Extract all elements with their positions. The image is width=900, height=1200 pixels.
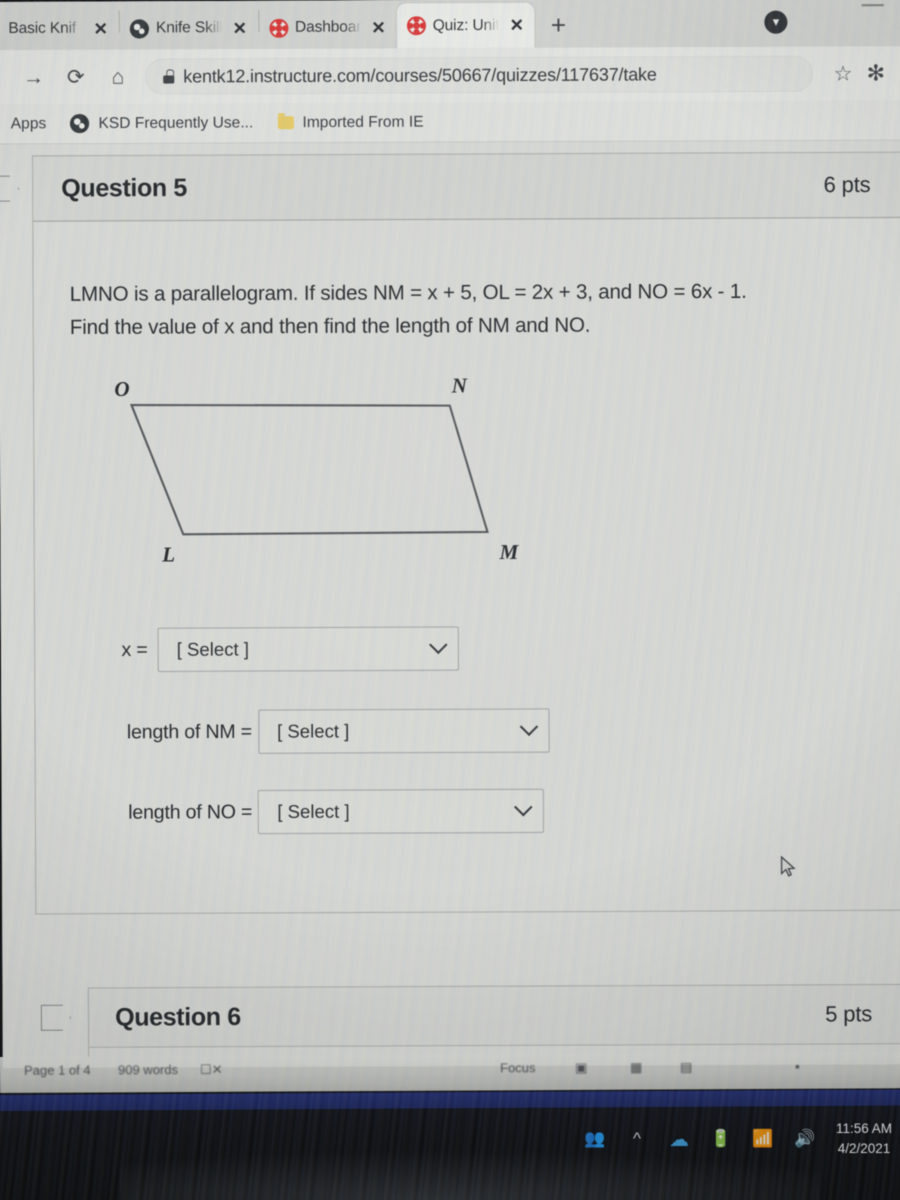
question-6-flag-icon[interactable] bbox=[41, 1005, 71, 1031]
close-icon[interactable]: ✕ bbox=[91, 19, 111, 38]
question-title: Question 6 bbox=[115, 1002, 241, 1032]
read-mode-icon: ▣ bbox=[575, 1059, 588, 1075]
chevron-down-icon bbox=[514, 797, 534, 817]
proofing-icon: ☐✕ bbox=[200, 1061, 223, 1077]
parallelogram-shape bbox=[129, 404, 489, 536]
taskbar-clock[interactable]: 11:56 AM 4/2/2021 bbox=[836, 1119, 892, 1160]
tab-title: Quiz: Unit bbox=[432, 16, 500, 34]
chevron-down-icon bbox=[428, 635, 448, 655]
download-arrow-icon[interactable]: ▼ bbox=[764, 10, 788, 34]
clock-date: 4/2/2021 bbox=[837, 1141, 891, 1157]
canvas-icon bbox=[406, 16, 426, 36]
question-points: 5 pts bbox=[825, 1001, 873, 1027]
address-bar[interactable]: kentk12.instructure.com/courses/50667/qu… bbox=[145, 55, 813, 95]
field-label-no: length of NO = bbox=[128, 800, 253, 824]
forward-icon[interactable]: → bbox=[13, 66, 55, 89]
tab-title: Dashboar bbox=[294, 18, 362, 36]
show-hidden-icons-chevron[interactable]: ^ bbox=[616, 1129, 658, 1149]
field-label-x: x = bbox=[121, 638, 148, 661]
lock-icon bbox=[163, 69, 174, 83]
bookmark-label: Imported From IE bbox=[302, 113, 424, 131]
mouse-cursor bbox=[780, 855, 796, 877]
chevron-down-icon bbox=[519, 717, 538, 736]
parallelogram-figure: O N M L bbox=[98, 374, 561, 590]
select-length-no[interactable]: [ Select ] bbox=[258, 789, 545, 835]
people-icon[interactable]: 👥 bbox=[574, 1129, 616, 1149]
volume-icon[interactable]: 🔊 bbox=[784, 1129, 826, 1149]
vertex-label-l: L bbox=[162, 542, 176, 567]
globe-icon bbox=[129, 18, 149, 39]
select-value: [ Select ] bbox=[277, 801, 350, 823]
photo-of-screen: Basic Knif ✕ Knife Skill ✕ Dashboar ✕ Qu… bbox=[0, 0, 900, 1200]
reload-icon[interactable]: ⟳ bbox=[55, 65, 97, 88]
new-tab-button[interactable]: + bbox=[535, 10, 581, 47]
bookmark-label: KSD Frequently Use... bbox=[98, 113, 254, 132]
answer-row-no: length of NO = [ Select ] bbox=[128, 788, 900, 836]
globe-icon bbox=[70, 114, 90, 134]
select-length-nm[interactable]: [ Select ] bbox=[257, 708, 550, 755]
question-5-header: Question 5 6 pts bbox=[32, 151, 900, 222]
tab-title: Basic Knif bbox=[8, 19, 77, 38]
onedrive-cloud-icon[interactable]: ☁ bbox=[658, 1127, 700, 1152]
windows-taskbar: 👥 ^ ☁ 🔋 📶 🔊 11:56 AM 4/2/2021 bbox=[0, 1089, 900, 1200]
clock-time: 11:56 AM bbox=[835, 1121, 892, 1136]
select-x[interactable]: [ Select ] bbox=[157, 626, 459, 673]
question-6-header: Question 6 5 pts bbox=[87, 983, 900, 1048]
bookmarks-bar: Apps KSD Frequently Use... Imported From… bbox=[0, 100, 900, 145]
select-value: [ Select ] bbox=[277, 720, 350, 743]
url-text: kentk12.instructure.com/courses/50667/qu… bbox=[183, 63, 657, 87]
question-points: 6 pts bbox=[823, 171, 871, 198]
zoom-slider[interactable]: ▪ bbox=[795, 1059, 800, 1074]
field-label-nm: length of NM = bbox=[126, 720, 252, 744]
chrome-browser-window: Basic Knif ✕ Knife Skill ✕ Dashboar ✕ Qu… bbox=[0, 0, 900, 1069]
taskbar-top-edge bbox=[0, 1089, 900, 1111]
question-prompt-line-1: LMNO is a parallelogram. If sides NM = x… bbox=[69, 279, 747, 306]
tab-title: Knife Skill bbox=[155, 19, 223, 37]
vertex-label-n: N bbox=[451, 373, 467, 398]
close-icon[interactable]: ✕ bbox=[230, 18, 250, 37]
word-page-info: Page 1 of 4 bbox=[24, 1062, 91, 1078]
word-status-bar: Page 1 of 4 909 words ☐✕ Focus ▣ ▦ ▤ ▪ bbox=[0, 1052, 900, 1093]
bookmark-star-icon[interactable]: ☆ bbox=[822, 61, 863, 86]
close-icon[interactable]: ✕ bbox=[368, 18, 388, 37]
extensions-icon[interactable]: ✻ bbox=[863, 60, 888, 86]
bookmark-imported-from-ie[interactable]: Imported From IE bbox=[265, 113, 435, 132]
vertex-label-o: O bbox=[114, 377, 130, 402]
question-title: Question 5 bbox=[61, 173, 188, 202]
question-prompt-line-2: Find the value of x and then find the le… bbox=[69, 313, 591, 340]
bookmark-ksd[interactable]: KSD Frequently Use... bbox=[58, 113, 265, 134]
battery-icon[interactable]: 🔋 bbox=[700, 1129, 742, 1149]
quiz-page: Question 5 6 pts LMNO is a parallelogram… bbox=[0, 140, 900, 1068]
system-tray: 👥 ^ ☁ 🔋 📶 🔊 11:56 AM 4/2/2021 bbox=[574, 1119, 892, 1160]
canvas-icon bbox=[268, 18, 289, 38]
answer-row-nm: length of NM = [ Select ] bbox=[127, 707, 900, 755]
print-layout-icon: ▦ bbox=[630, 1059, 643, 1075]
question-flag-icon[interactable] bbox=[0, 176, 19, 202]
wifi-icon[interactable]: 📶 bbox=[742, 1129, 784, 1149]
word-focus-label: Focus bbox=[500, 1060, 536, 1076]
bookmark-label: Apps bbox=[10, 114, 47, 132]
folder-icon bbox=[277, 116, 294, 130]
select-value: [ Select ] bbox=[176, 638, 250, 661]
answer-row-x: x = [ Select ] bbox=[121, 625, 900, 673]
minimize-icon[interactable] bbox=[861, 4, 884, 7]
browser-tab-2[interactable]: Dashboar ✕ bbox=[259, 6, 397, 49]
browser-tab-strip: Basic Knif ✕ Knife Skill ✕ Dashboar ✕ Qu… bbox=[0, 0, 900, 51]
browser-tab-3-active[interactable]: Quiz: Unit ✕ bbox=[396, 2, 535, 49]
browser-tab-1[interactable]: Knife Skill ✕ bbox=[120, 7, 258, 50]
question-5-body: LMNO is a parallelogram. If sides NM = x… bbox=[32, 217, 900, 915]
browser-tab-0[interactable]: Basic Knif ✕ bbox=[0, 7, 119, 50]
home-icon[interactable]: ⌂ bbox=[97, 65, 139, 88]
vertex-label-m: M bbox=[499, 540, 519, 565]
close-icon[interactable]: ✕ bbox=[507, 16, 527, 35]
browser-toolbar: → ⟳ ⌂ kentk12.instructure.com/courses/50… bbox=[0, 46, 900, 105]
web-layout-icon: ▤ bbox=[680, 1059, 693, 1075]
bookmark-apps[interactable]: Apps bbox=[0, 115, 58, 133]
question-5-card: Question 5 6 pts LMNO is a parallelogram… bbox=[32, 151, 900, 915]
word-word-count: 909 words bbox=[118, 1062, 179, 1078]
